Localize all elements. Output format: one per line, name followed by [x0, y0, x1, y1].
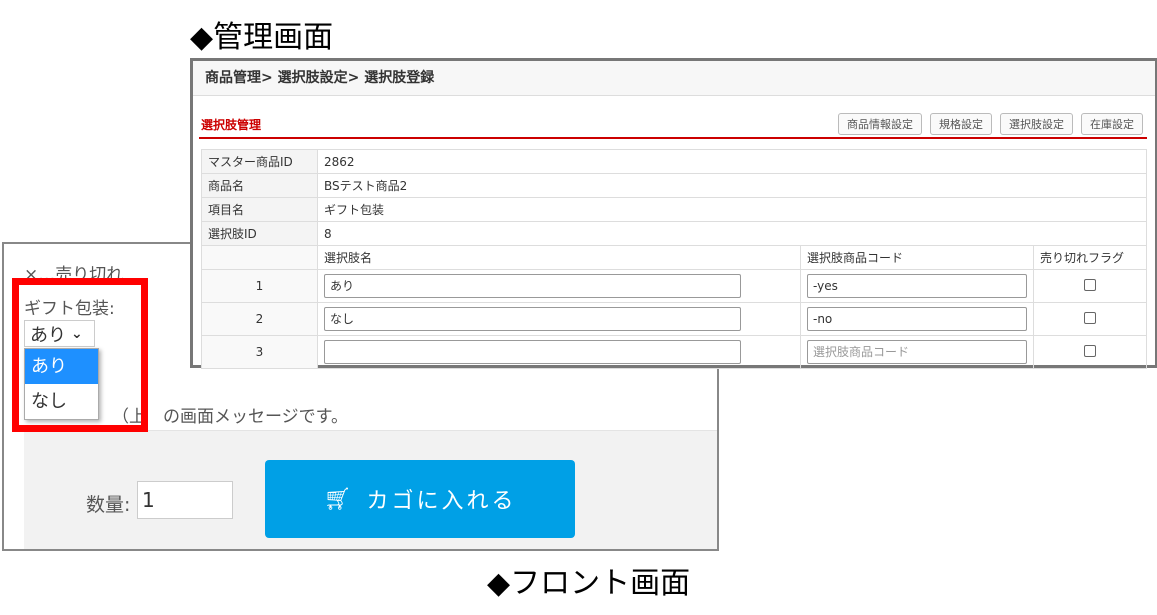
header-blank: [201, 245, 318, 270]
info-label: 項目名: [201, 197, 318, 222]
info-value: 8: [317, 221, 1147, 246]
cart-button-label: カゴに入れる: [366, 489, 517, 514]
option-name-input[interactable]: なし: [324, 307, 741, 331]
col-soldout: 売り切れフラグ: [1033, 245, 1147, 270]
tab-buttons: 商品情報設定 規格設定 選択肢設定 在庫設定: [838, 113, 1143, 135]
option-code-input[interactable]: -no: [807, 307, 1027, 331]
cart-icon: 🛒︎: [323, 486, 355, 512]
info-label: 商品名: [201, 173, 318, 198]
table-row: 項目名 ギフト包装: [201, 197, 1147, 222]
info-value: ギフト包装: [317, 197, 1147, 222]
qty-label: 数量:: [86, 494, 131, 516]
tab-options[interactable]: 選択肢設定: [1000, 113, 1073, 135]
breadcrumb: 商品管理> 選択肢設定> 選択肢登録: [193, 61, 1155, 96]
table-row: 1 あり -yes: [201, 269, 1147, 303]
soldout-checkbox[interactable]: [1084, 311, 1096, 324]
col-name: 選択肢名: [317, 245, 801, 270]
option-name-input[interactable]: あり: [324, 274, 741, 298]
add-to-cart-button[interactable]: 🛒︎ カゴに入れる: [265, 460, 575, 538]
table-row: 2 なし -no: [201, 302, 1147, 336]
highlight-box: [12, 278, 148, 432]
col-code: 選択肢商品コード: [800, 245, 1034, 270]
table-header: 選択肢名 選択肢商品コード 売り切れフラグ: [201, 245, 1147, 270]
row-number: 2: [201, 302, 318, 336]
front-caption: ◆フロント画面: [487, 566, 691, 601]
tab-product-info[interactable]: 商品情報設定: [838, 113, 922, 135]
tab-spec[interactable]: 規格設定: [930, 113, 992, 135]
info-value: BSテスト商品2: [317, 173, 1147, 198]
row-number: 1: [201, 269, 318, 303]
info-label: 選択肢ID: [201, 221, 318, 246]
admin-caption: ◆管理画面: [190, 20, 334, 55]
options-table: マスター商品ID 2862 商品名 BSテスト商品2 項目名 ギフト包装 選択肢ID 8…: [201, 149, 1147, 369]
info-label: マスター商品ID: [201, 149, 318, 174]
option-code-input[interactable]: 選択肢商品コード: [807, 340, 1027, 364]
tab-stock[interactable]: 在庫設定: [1081, 113, 1143, 135]
option-code-input[interactable]: -yes: [807, 274, 1027, 298]
quantity-input[interactable]: 1: [137, 481, 233, 519]
soldout-checkbox[interactable]: [1084, 344, 1096, 357]
table-row: マスター商品ID 2862: [201, 149, 1147, 174]
info-value: 2862: [317, 149, 1147, 174]
soldout-checkbox[interactable]: [1084, 278, 1096, 291]
table-row: 商品名 BSテスト商品2: [201, 173, 1147, 198]
table-row: 選択肢ID 8: [201, 221, 1147, 246]
admin-screen: 商品管理> 選択肢設定> 選択肢登録 選択肢管理 商品情報設定 規格設定 選択肢…: [190, 58, 1157, 369]
row-number: 3: [201, 335, 318, 369]
table-row: 3 選択肢商品コード: [201, 335, 1147, 369]
option-name-input[interactable]: [324, 340, 741, 364]
section-title: 選択肢管理: [201, 118, 262, 132]
divider: [199, 137, 1147, 139]
